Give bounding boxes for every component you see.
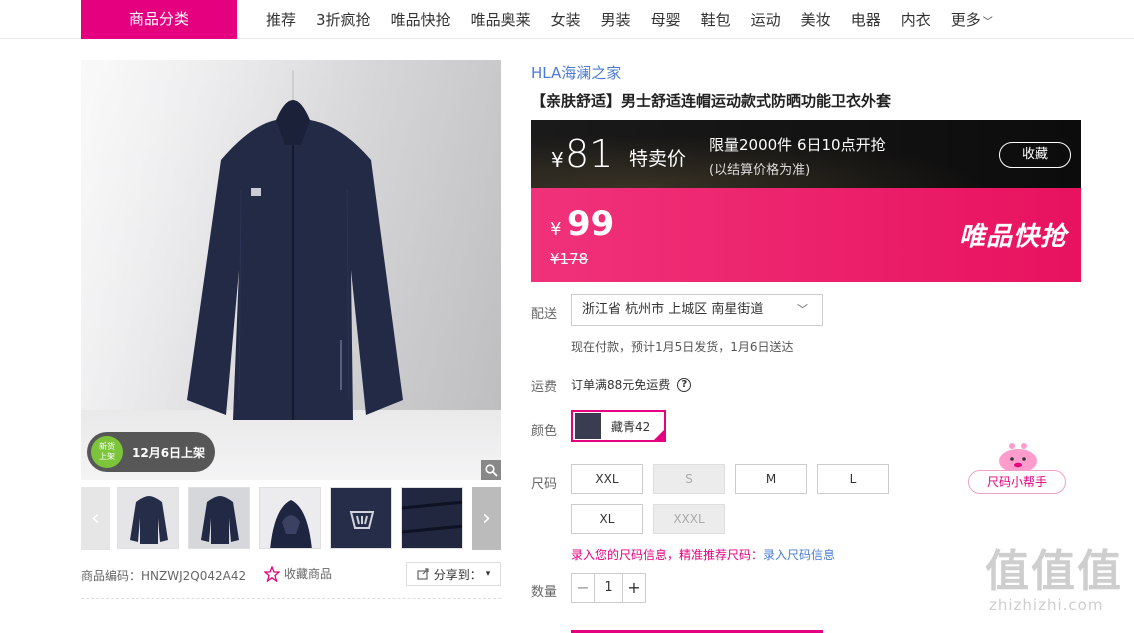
flash-price-currency: ¥	[550, 219, 562, 240]
special-price-banner: ¥ 81 特卖价 限量2000件 6日10点开抢 (以结算价格为准) 收藏	[531, 120, 1081, 188]
delivery-label: 配送	[531, 307, 558, 322]
special-price-limit: 限量2000件 6日10点开抢	[709, 136, 886, 154]
nav-link-outlet[interactable]: 唯品奥莱	[471, 9, 531, 30]
thumbnail-strip: ‹ ›	[81, 487, 501, 550]
watermark: 值值值 zhizhizhi.com	[985, 546, 1123, 615]
new-arrival-date: 12月6日上架	[132, 445, 206, 460]
nav-more[interactable]: 更多 ﹀	[951, 9, 993, 30]
share-icon	[417, 568, 429, 580]
main-product-image[interactable]: 新货 上架 12月6日上架	[81, 60, 501, 480]
thumbnail-1[interactable]	[117, 487, 179, 549]
chevron-down-icon: ﹀	[982, 17, 993, 28]
flash-sale-label: 唯品快抢	[959, 222, 1068, 252]
shipping-fee-text: 订单满88元免运费	[571, 378, 671, 392]
address-select[interactable]: 浙江省 杭州市 上城区 南星街道 ﹀	[571, 294, 823, 326]
quantity-stepper: − 1 +	[571, 573, 646, 603]
thumbnail-3[interactable]	[259, 487, 321, 549]
new-badge-line1: 新货	[99, 442, 115, 451]
flash-price-value: 99	[567, 204, 615, 244]
size-helper-button: 尺码小帮手	[968, 470, 1066, 494]
size-help-row: 录入您的尺码信息，精准推荐尺码：录入尺码信息	[571, 546, 835, 563]
special-price-value: 81	[565, 132, 614, 176]
product-title: 【亲肤舒适】男士舒适连帽运动款式防晒功能卫衣外套	[531, 92, 892, 110]
color-option-selected[interactable]: 藏青42	[571, 410, 666, 442]
nav-link-30-percent[interactable]: 3折疯抢	[316, 9, 371, 30]
size-help-text: 录入您的尺码信息，精准推荐尺码：	[571, 548, 764, 562]
size-option-xxl[interactable]: XXL	[571, 464, 643, 494]
new-badge-line2: 上架	[99, 452, 115, 461]
new-arrival-icon: 新货 上架	[91, 436, 123, 468]
shipping-fee-info: 订单满88元免运费 ?	[571, 376, 692, 393]
watermark-url: zhizhizhi.com	[989, 596, 1104, 614]
nav-link-appliances[interactable]: 电器	[851, 9, 881, 30]
special-price-note: (以结算价格为准)	[709, 163, 811, 178]
nav-link-baby[interactable]: 母婴	[651, 9, 681, 30]
selected-check-icon	[652, 428, 666, 442]
star-icon	[264, 565, 280, 582]
divider	[81, 598, 501, 599]
size-label: 尺码	[531, 477, 558, 492]
size-option-xxxl[interactable]: XXXL	[653, 504, 725, 534]
favorite-product-label: 收藏商品	[284, 567, 333, 581]
thumbnail-5[interactable]	[401, 487, 463, 549]
size-option-l[interactable]: L	[817, 464, 889, 494]
watermark-logo: 值值值	[985, 546, 1123, 597]
nav-link-shoes-bags[interactable]: 鞋包	[701, 9, 731, 30]
nav-link-flash-sale[interactable]: 唯品快抢	[391, 9, 451, 30]
caret-down-icon: ▾	[485, 569, 491, 579]
special-price-label: 特卖价	[629, 148, 687, 170]
thumbnail-2[interactable]	[188, 487, 250, 549]
original-price: ¥178	[550, 250, 589, 268]
special-price-currency: ¥	[551, 148, 564, 172]
collect-button[interactable]: 收藏	[999, 142, 1071, 168]
color-swatch	[575, 413, 601, 439]
size-option-m[interactable]: M	[735, 464, 807, 494]
shipping-fee-label: 运费	[531, 380, 558, 395]
category-menu-button[interactable]: 商品分类	[81, 0, 237, 39]
favorite-product-button[interactable]: 收藏商品	[264, 565, 332, 582]
thumbnail-4[interactable]	[330, 487, 392, 549]
quantity-input[interactable]: 1	[594, 574, 623, 602]
question-icon[interactable]: ?	[677, 377, 692, 392]
nav-links: 推荐 3折疯抢 唯品快抢 唯品奥莱 女装 男装 母婴 鞋包 运动 美妆 电器 内…	[266, 0, 993, 39]
size-option-xl[interactable]: XL	[571, 504, 643, 534]
nav-link-recommend[interactable]: 推荐	[266, 9, 296, 30]
size-helper[interactable]: 尺码小帮手	[968, 440, 1068, 496]
color-option-name: 藏青42	[611, 419, 651, 434]
color-label: 颜色	[531, 424, 558, 439]
jacket-image	[187, 70, 403, 420]
share-dropdown[interactable]: 分享到： ▾	[406, 562, 501, 586]
new-arrival-badge: 新货 上架 12月6日上架	[87, 432, 215, 472]
nav-link-sports[interactable]: 运动	[751, 9, 781, 30]
chevron-left-icon[interactable]: ‹	[81, 487, 110, 550]
product-sku: 商品编码：HNZWJ2Q042A42	[81, 569, 247, 583]
product-meta-row: 商品编码：HNZWJ2Q042A42 收藏商品 分享到： ▾	[81, 562, 501, 586]
flash-price-banner: ¥ 99 ¥178 唯品快抢	[531, 188, 1081, 282]
top-nav: 商品分类 推荐 3折疯抢 唯品快抢 唯品奥莱 女装 男装 母婴 鞋包 运动 美妆…	[0, 0, 1134, 39]
mascot-icon	[999, 443, 1037, 473]
share-label: 分享到：	[433, 567, 482, 582]
size-help-link[interactable]: 录入尺码信息	[763, 548, 835, 562]
brand-link[interactable]: HLA海澜之家	[531, 62, 621, 83]
delivery-estimate: 现在付款，预计1月5日发货，1月6日送达	[571, 340, 794, 354]
quantity-label: 数量	[531, 585, 558, 600]
quantity-minus-button[interactable]: −	[572, 574, 594, 602]
chevron-down-icon: ﹀	[797, 303, 808, 316]
nav-link-women[interactable]: 女装	[551, 9, 581, 30]
nav-link-beauty[interactable]: 美妆	[801, 9, 831, 30]
quantity-plus-button[interactable]: +	[623, 574, 645, 602]
size-option-s[interactable]: S	[653, 464, 725, 494]
zoom-icon[interactable]	[481, 460, 501, 480]
nav-link-men[interactable]: 男装	[601, 9, 631, 30]
chevron-right-icon[interactable]: ›	[472, 487, 501, 550]
nav-link-underwear[interactable]: 内衣	[901, 9, 931, 30]
address-value: 浙江省 杭州市 上城区 南星街道	[582, 302, 764, 317]
nav-more-label: 更多	[950, 11, 981, 29]
